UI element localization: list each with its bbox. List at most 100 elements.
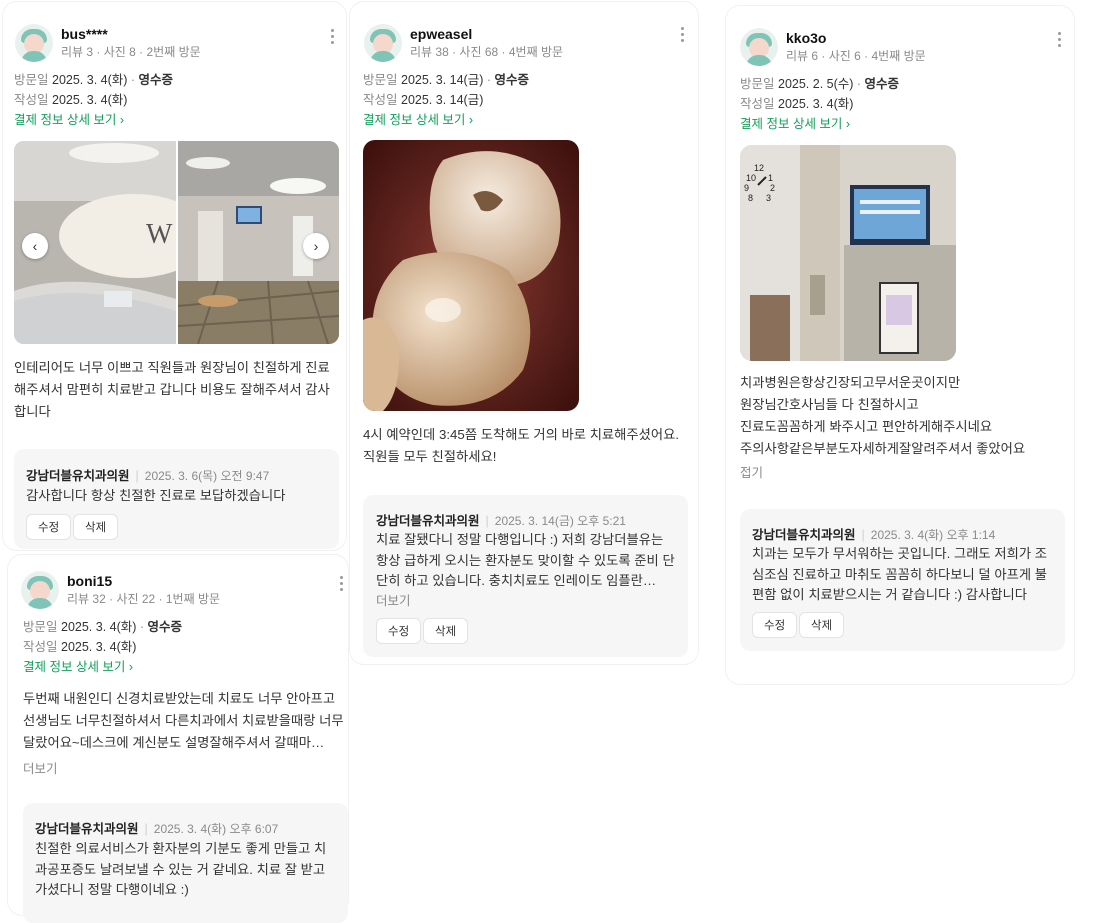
review-header: boni15 리뷰 32 · 사진 22 · 1번째 방문 [21,571,220,609]
visit-date-row: 방문일 2025. 3. 14(금) · 영수증 [363,73,530,87]
reply-date: 2025. 3. 6(목) 오전 9:47 [144,469,270,483]
avatar[interactable] [364,24,402,62]
svg-text:10: 10 [746,173,756,183]
reviewer-name[interactable]: epweasel [410,25,563,43]
written-label: 작성일 [23,640,58,654]
show-more-link[interactable]: 더보기 [23,758,58,777]
payment-details-link[interactable]: 결제 정보 상세 보기 › [740,115,850,133]
more-options-icon[interactable] [1057,32,1063,48]
review-text: 4시 예약인데 3:45쯤 도착해도 거의 바로 치료해주셨어요. 직원들 모두… [363,427,680,464]
delete-reply-button[interactable]: 삭제 [423,618,469,644]
written-label: 작성일 [740,97,775,111]
avatar[interactable] [15,24,53,62]
visit-date-row: 방문일 2025. 3. 4(화) · 영수증 [23,620,183,634]
receipt-badge: 영수증 [138,73,174,87]
visit-label: 방문일 [363,73,398,87]
review-line: 치과병원은항상긴장되고무서운곳이지만 [740,375,961,390]
owner-name: 강남더블유치과의원 [26,469,130,483]
reviewer-name[interactable]: bus**** [61,25,201,43]
edit-reply-button[interactable]: 수정 [752,612,798,638]
owner-reply: 강남더블유치과의원 | 2025. 3. 4(화) 오후 6:07 친절한 의료서비… [23,803,348,923]
receipt-badge: 영수증 [147,620,183,634]
review-header: kko3o 리뷰 6 · 사진 6 · 4번째 방문 [740,28,926,66]
review-text: 인테리어도 너무 이쁘고 직원들과 원장님이 친절하게 진료해주셔서 맘편히 치… [14,360,330,419]
delete-reply-button[interactable]: 삭제 [73,514,119,540]
visit-date: 2025. 3. 4(화) [52,73,128,87]
written-date: 2025. 3. 4(화) [778,97,854,111]
reply-date: 2025. 3. 4(화) 오후 6:07 [153,822,279,836]
reviewer-stats: 리뷰 6 · 사진 6 · 4번째 방문 [786,49,926,63]
visit-label: 방문일 [23,620,58,634]
review-line: 진료도꼼꼼하게 봐주시고 편안하게해주시네요 [740,419,993,434]
visit-date-row: 방문일 2025. 3. 4(화) · 영수증 [14,73,174,87]
owner-name: 강남더블유치과의원 [35,822,139,836]
written-date-row: 작성일 2025. 3. 14(금) [363,91,483,109]
review-card: boni15 리뷰 32 · 사진 22 · 1번째 방문 방문일 2025. … [8,555,348,923]
reply-text: 친절한 의료서비스가 환자분의 기분도 좋게 만들고 치과공포증도 날려보낼 수… [35,841,327,897]
owner-reply: 강남더블유치과의원 | 2025. 3. 4(화) 오후 1:14 치과는 모두가 … [740,509,1065,651]
tooth-closeup-photo[interactable] [363,140,579,411]
more-options-icon[interactable] [330,29,336,45]
reply-date: 2025. 3. 14(금) 오후 5:21 [494,514,626,528]
owner-reply: 강남더블유치과의원 | 2025. 3. 6(목) 오전 9:47 감사합니다 항상… [14,449,339,549]
svg-text:1: 1 [768,173,773,183]
svg-text:3: 3 [766,193,771,203]
payment-details-link[interactable]: 결제 정보 상세 보기 › [23,658,133,676]
owner-reply: 강남더블유치과의원 | 2025. 3. 14(금) 오후 5:21 치료 잘됐다니… [363,495,688,657]
svg-text:W: W [146,219,173,250]
reply-text: 감사합니다 항상 친절한 진료로 보답하겠습니다 [26,488,286,503]
clinic-entrance-photo[interactable]: 12 10 1 9 2 8 3 [740,145,956,361]
reviewer-stats: 리뷰 3 · 사진 8 · 2번째 방문 [61,45,201,59]
show-more-link[interactable]: 더보기 [376,590,411,609]
reviewer-name[interactable]: kko3o [786,29,926,47]
review-card: kko3o 리뷰 6 · 사진 6 · 4번째 방문 방문일 2025. 2. … [726,6,1074,684]
visit-label: 방문일 [14,73,49,87]
receipt-badge: 영수증 [494,73,530,87]
review-header: epweasel 리뷰 38 · 사진 68 · 4번째 방문 [364,24,563,62]
reviewer-stats: 리뷰 38 · 사진 68 · 4번째 방문 [410,45,564,59]
written-label: 작성일 [14,93,49,107]
svg-text:2: 2 [770,183,775,193]
review-line: 원장님간호사님들 다 친절하시고 [740,397,919,412]
payment-details-link[interactable]: 결제 정보 상세 보기 › [363,111,473,129]
owner-name: 강남더블유치과의원 [376,514,480,528]
next-photo-button[interactable]: › [303,233,329,259]
svg-text:12: 12 [754,163,764,173]
reviewer-stats: 리뷰 32 · 사진 22 · 1번째 방문 [67,592,221,606]
edit-reply-button[interactable]: 수정 [376,618,422,644]
written-date-row: 작성일 2025. 3. 4(화) [23,638,136,656]
visit-date: 2025. 3. 4(화) [61,620,137,634]
visit-date: 2025. 2. 5(수) [778,77,854,91]
written-date-row: 작성일 2025. 3. 4(화) [14,91,127,109]
review-card: epweasel 리뷰 38 · 사진 68 · 4번째 방문 방문일 2025… [350,2,698,664]
review-text: 치과병원은항상긴장되고무서운곳이지만 원장님간호사님들 다 친절하시고 진료도꼼… [740,372,1070,460]
written-date: 2025. 3. 4(화) [61,640,137,654]
review-header: bus**** 리뷰 3 · 사진 8 · 2번째 방문 [15,24,201,62]
written-date-row: 작성일 2025. 3. 4(화) [740,95,853,113]
payment-details-link[interactable]: 결제 정보 상세 보기 › [14,111,124,129]
edit-reply-button[interactable]: 수정 [26,514,72,540]
svg-text:8: 8 [748,193,753,203]
avatar[interactable] [21,571,59,609]
visit-date: 2025. 3. 14(금) [401,73,484,87]
reply-date: 2025. 3. 4(화) 오후 1:14 [870,528,996,542]
reply-text: 치과는 모두가 무서워하는 곳입니다. 그래도 저희가 조심조심 진료하고 마취… [752,546,1047,602]
visit-date-row: 방문일 2025. 2. 5(수) · 영수증 [740,77,900,91]
reviewer-name[interactable]: boni15 [67,572,220,590]
review-card: bus**** 리뷰 3 · 사진 8 · 2번째 방문 방문일 2025. 3… [3,2,346,550]
review-text: 두번째 내원인디 신경치료받았는데 치료도 너무 안아프고 선생님도 너무친절하… [23,691,344,750]
collapse-link[interactable]: 접기 [740,462,763,481]
prev-photo-button[interactable]: ‹ [22,233,48,259]
avatar[interactable] [740,28,778,66]
receipt-badge: 영수증 [864,77,900,91]
written-label: 작성일 [363,93,398,107]
review-line: 주의사항같은부분도자세하게잘알려주셔서 좋았어요 [740,441,1026,456]
delete-reply-button[interactable]: 삭제 [799,612,845,638]
written-date: 2025. 3. 4(화) [52,93,128,107]
visit-label: 방문일 [740,77,775,91]
more-options-icon[interactable] [339,576,345,592]
written-date: 2025. 3. 14(금) [401,93,484,107]
owner-name: 강남더블유치과의원 [752,528,856,542]
svg-text:9: 9 [744,183,749,193]
more-options-icon[interactable] [680,27,686,43]
